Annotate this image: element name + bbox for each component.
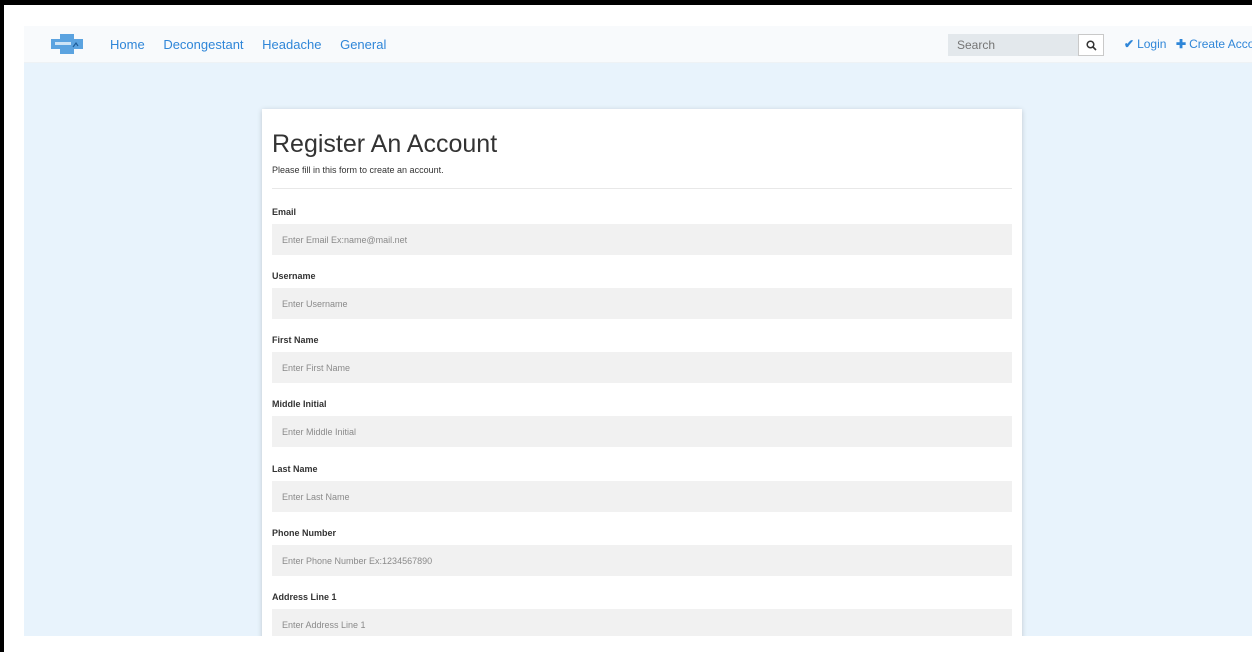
address-line-1-field[interactable] [272, 609, 1012, 636]
address-line-1-label: Address Line 1 [272, 592, 337, 602]
search-icon [1085, 39, 1097, 51]
phone-number-field[interactable] [272, 545, 1012, 576]
username-label: Username [272, 271, 316, 281]
email-field[interactable] [272, 224, 1012, 255]
brand-logo[interactable] [49, 34, 85, 54]
create-account-link[interactable]: ✚Create Account [1176, 37, 1252, 51]
middle-initial-label: Middle Initial [272, 399, 327, 409]
register-form-card: Register An Account Please fill in this … [262, 109, 1022, 636]
nav-link-decongestant[interactable]: Decongestant [163, 37, 243, 52]
medical-cross-icon [51, 34, 83, 54]
nav-link-headache[interactable]: Headache [262, 37, 321, 52]
middle-initial-field[interactable] [272, 416, 1012, 447]
first-name-field[interactable] [272, 352, 1012, 383]
check-icon: ✔ [1124, 37, 1135, 51]
plus-icon: ✚ [1176, 37, 1187, 51]
create-account-label: Create Account [1189, 37, 1252, 51]
form-divider [272, 188, 1012, 189]
nav-links: Home Decongestant Headache General [110, 37, 401, 52]
window-frame-left [0, 0, 4, 652]
phone-number-label: Phone Number [272, 528, 337, 538]
login-link[interactable]: ✔ Login [1124, 37, 1166, 51]
email-label: Email [272, 207, 297, 217]
window-frame-top [0, 0, 1252, 5]
page-bottom-edge [4, 636, 1252, 652]
search-input[interactable] [948, 34, 1078, 56]
form-title: Register An Account [272, 130, 498, 158]
last-name-field[interactable] [272, 481, 1012, 512]
username-field[interactable] [272, 288, 1012, 319]
nav-link-home[interactable]: Home [110, 37, 145, 52]
form-subtitle: Please fill in this form to create an ac… [272, 165, 444, 175]
page-viewport: Home Decongestant Headache General ✔Logi… [24, 26, 1252, 636]
last-name-label: Last Name [272, 464, 318, 474]
search-button[interactable] [1078, 34, 1104, 56]
login-label: Login [1137, 37, 1167, 51]
first-name-label: First Name [272, 335, 319, 345]
nav-link-general[interactable]: General [340, 37, 386, 52]
search-bar [948, 34, 1104, 56]
navbar: Home Decongestant Headache General ✔Logi… [24, 26, 1252, 63]
